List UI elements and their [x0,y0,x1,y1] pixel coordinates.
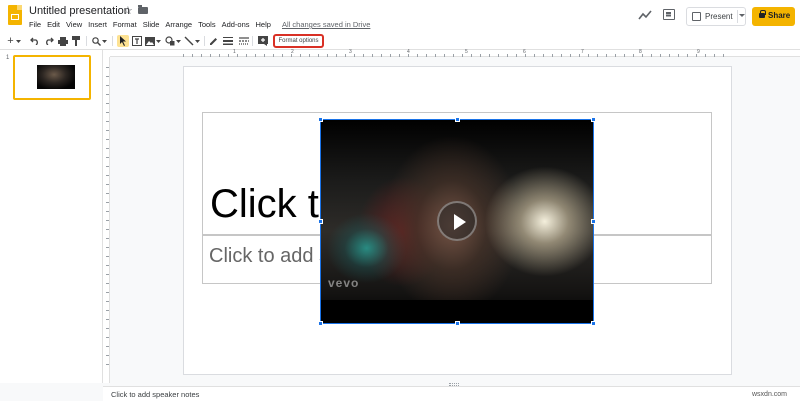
paint-format-icon[interactable] [71,36,82,46]
thumbnail-canvas [17,59,87,96]
ruler-mark: 9 [697,49,700,55]
menu-tools[interactable]: Tools [198,19,216,31]
comments-icon[interactable] [663,9,675,20]
format-options-button[interactable]: Format options [273,34,324,48]
pencil-icon[interactable] [208,36,218,46]
menu-format[interactable]: Format [113,19,137,31]
save-status[interactable]: All changes saved in Drive [282,19,370,31]
menu-insert[interactable]: Insert [88,19,107,31]
image-icon[interactable] [145,36,155,46]
select-cursor-icon[interactable] [118,36,128,46]
filmstrip: 1 [0,50,103,383]
menu-help[interactable]: Help [256,19,271,31]
thumbnail-video [37,65,75,89]
zoom-dropdown-icon[interactable] [101,36,108,46]
toolbar-separator [112,36,113,46]
menu-edit[interactable]: Edit [47,19,60,31]
share-button[interactable]: Share [752,7,795,26]
ruler-mark: 7 [581,49,584,55]
line-icon[interactable] [184,36,194,46]
line-dropdown-icon[interactable] [194,36,200,46]
activity-icon[interactable] [638,9,652,21]
print-icon[interactable] [57,36,68,46]
ruler-mark: 2 [291,49,294,55]
zoom-icon[interactable] [91,36,101,46]
vertical-ruler[interactable] [103,57,110,383]
menu-add-ons[interactable]: Add-ons [222,19,250,31]
ruler-mark: 4 [407,49,410,55]
toolbar-separator [204,36,205,46]
menu-bar: File Edit View Insert Format Slide Arran… [29,19,271,31]
toolbar-separator [86,36,87,46]
menu-view[interactable]: View [66,19,82,31]
speaker-notes-placeholder: Click to add speaker notes [111,390,200,399]
document-title[interactable]: Untitled presentation [29,5,130,17]
app-header: Untitled presentation ☆ File Edit View I… [0,0,800,33]
folder-icon[interactable] [138,5,148,14]
slides-logo-icon[interactable] [8,5,22,25]
video-letterbox [320,300,594,324]
embedded-video[interactable]: vevo [320,119,594,324]
speaker-notes[interactable]: Click to add speaker notes [103,386,800,401]
image-dropdown-icon[interactable] [155,36,161,46]
present-label: Present [705,12,733,21]
ruler-mark: 3 [349,49,352,55]
ruler-mark: 6 [523,49,526,55]
menu-slide[interactable]: Slide [143,19,160,31]
ruler-corner [103,50,110,57]
border-dash-icon[interactable] [238,36,249,46]
redo-icon[interactable] [43,36,54,46]
video-watermark: vevo [328,276,360,290]
star-icon[interactable]: ☆ [123,4,133,17]
present-divider [737,10,738,23]
present-dropdown-icon[interactable] [739,14,745,17]
ruler-mark: 1 [233,49,236,55]
ruler-ticks [106,67,109,367]
toolbar-separator [252,36,253,46]
add-comment-icon[interactable] [257,36,268,46]
new-slide-dropdown-icon[interactable] [15,36,22,46]
present-button[interactable]: Present [686,7,746,26]
ruler-mark: 8 [639,49,642,55]
shape-icon[interactable] [165,36,175,46]
present-icon [692,12,701,21]
lock-icon [759,10,766,18]
text-box-icon[interactable] [132,36,142,46]
play-icon[interactable] [437,201,477,241]
share-label: Share [768,11,791,20]
menu-arrange[interactable]: Arrange [165,19,192,31]
menu-file[interactable]: File [29,19,41,31]
slide-thumbnail[interactable] [13,55,91,100]
horizontal-ruler[interactable]: 1 2 3 4 5 6 7 8 9 [110,50,800,57]
border-weight-icon[interactable] [222,36,233,46]
undo-icon[interactable] [29,36,40,46]
new-slide-icon[interactable]: + [6,35,15,47]
slide-number: 1 [6,55,10,61]
toolbar: + Format options [0,33,800,50]
ruler-mark: 5 [465,49,468,55]
slides-app: Untitled presentation ☆ File Edit View I… [0,0,800,401]
site-watermark: wsxdn.com [752,391,788,398]
shape-dropdown-icon[interactable] [175,36,181,46]
